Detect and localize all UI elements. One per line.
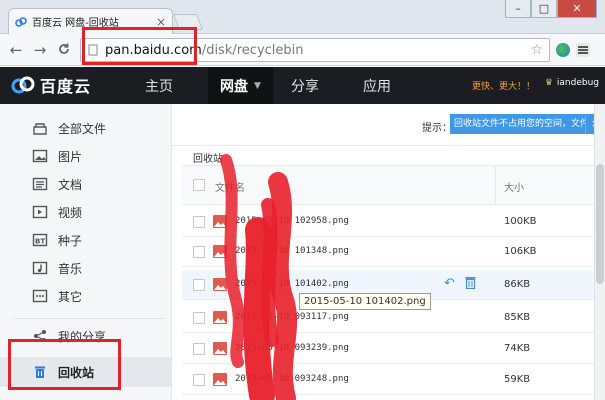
url-path: /disk/recyclebin bbox=[201, 42, 304, 58]
sidebar-item-other[interactable]: 其它 bbox=[0, 282, 172, 310]
table-row[interactable]: 2015-05-10 093239.png 74KB bbox=[182, 334, 605, 364]
sidebar-item-label: 图片 bbox=[58, 149, 83, 164]
recycle-bin-highlight-box bbox=[8, 339, 121, 390]
sidebar-item-all-files[interactable]: 全部文件 bbox=[0, 114, 172, 142]
image-file-icon bbox=[213, 215, 227, 228]
file-name[interactable]: 2015-05-10 093239.png bbox=[235, 343, 349, 353]
sidebar-item-torrents[interactable]: BT 种子 bbox=[0, 226, 172, 254]
file-size: 100KB bbox=[504, 216, 537, 227]
column-header-size[interactable]: 大小 bbox=[504, 179, 524, 194]
file-size: 74KB bbox=[504, 343, 531, 354]
nav-home[interactable]: 主页 bbox=[145, 67, 173, 104]
more-icon bbox=[32, 289, 48, 303]
baidu-header: 百度云 主页 网盘 ▼ 分享 应用 更快、更大！！ ♛ iandebug bbox=[0, 67, 605, 104]
crown-icon: ♛ bbox=[544, 78, 553, 88]
row-checkbox[interactable] bbox=[193, 216, 205, 228]
file-name[interactable]: 2015-05-10 101348.png bbox=[235, 246, 349, 256]
promo-text[interactable]: 更快、更大！！ bbox=[472, 79, 535, 92]
maximize-button[interactable]: □ bbox=[531, 0, 557, 18]
file-name[interactable]: 2015-05-10 093248.png bbox=[235, 374, 349, 384]
table-row[interactable]: 2015-05-10 101348.png 106KB bbox=[182, 237, 605, 267]
file-size: 106KB bbox=[504, 246, 537, 257]
url-highlight-box bbox=[82, 27, 197, 65]
column-header-name[interactable]: 文件名 bbox=[215, 179, 245, 194]
sidebar-item-music[interactable]: 音乐 bbox=[0, 254, 172, 282]
sidebar-item-label: 其它 bbox=[58, 289, 83, 304]
chevron-down-icon: ▼ bbox=[254, 80, 261, 91]
back-button[interactable]: ← bbox=[8, 42, 24, 58]
reload-button[interactable] bbox=[56, 42, 72, 58]
sidebar-item-label: 视频 bbox=[58, 205, 83, 220]
cloud-logo-icon bbox=[11, 76, 35, 94]
row-actions: ↶ bbox=[444, 276, 476, 294]
scrollbar[interactable] bbox=[594, 104, 605, 400]
logo-text: 百度云 bbox=[40, 77, 92, 96]
table-row[interactable]: 2015-05-10 093248.png 59KB bbox=[182, 365, 605, 395]
close-window-button[interactable]: ✕ bbox=[557, 0, 597, 18]
baidu-cloud-favicon-icon bbox=[15, 16, 27, 28]
sidebar-item-documents[interactable]: 文档 bbox=[0, 170, 172, 198]
restore-icon[interactable]: ↶ bbox=[444, 276, 455, 294]
baidu-cloud-logo[interactable]: 百度云 bbox=[10, 73, 91, 97]
image-icon bbox=[32, 149, 48, 163]
image-file-icon bbox=[213, 342, 227, 355]
sidebar-item-label: 音乐 bbox=[58, 261, 83, 276]
svg-text:BT: BT bbox=[35, 238, 45, 246]
sidebar-item-label: 全部文件 bbox=[58, 121, 107, 136]
sidebar-item-label: 文档 bbox=[58, 177, 83, 192]
scroll-thumb[interactable] bbox=[596, 164, 604, 284]
sidebar-item-label: 种子 bbox=[58, 233, 83, 248]
row-checkbox[interactable] bbox=[193, 374, 205, 386]
document-icon bbox=[32, 177, 48, 191]
window-controls: – □ ✕ bbox=[505, 0, 597, 18]
nav-netdisk-label: 网盘 bbox=[220, 78, 248, 95]
sidebar-item-images[interactable]: 图片 bbox=[0, 142, 172, 170]
filename-tooltip: 2015-05-10 101402.png bbox=[299, 293, 431, 310]
torrent-icon: BT bbox=[32, 233, 48, 247]
tip-label: 提示： bbox=[422, 123, 452, 134]
tip-bar: 提示： 回收站文件不占用您的空间，文件保 × bbox=[172, 104, 605, 146]
tip-message: 回收站文件不占用您的空间，文件保 bbox=[450, 114, 585, 134]
file-name[interactable]: 2015-05-10 102958.png bbox=[235, 216, 349, 226]
image-file-icon bbox=[213, 373, 227, 386]
image-file-icon bbox=[213, 245, 227, 258]
image-file-icon bbox=[213, 311, 227, 324]
table-header: 文件名 大小 bbox=[182, 165, 605, 205]
nav-netdisk[interactable]: 网盘 ▼ bbox=[208, 67, 273, 104]
minimize-button[interactable]: – bbox=[505, 0, 531, 18]
video-icon bbox=[32, 205, 48, 219]
file-size: 59KB bbox=[504, 374, 531, 385]
column-divider bbox=[495, 166, 496, 204]
file-name[interactable]: 2015-05-10 101402.png bbox=[235, 279, 349, 289]
nav-apps[interactable]: 应用 bbox=[363, 67, 391, 104]
sidebar-item-videos[interactable]: 视频 bbox=[0, 198, 172, 226]
row-checkbox[interactable] bbox=[193, 343, 205, 355]
delete-icon[interactable] bbox=[465, 276, 476, 294]
music-icon bbox=[32, 261, 48, 275]
bookmark-star-icon[interactable]: ☆ bbox=[530, 42, 543, 58]
nav-share[interactable]: 分享 bbox=[291, 67, 319, 104]
file-name[interactable]: 2015-05-10 093117.png bbox=[235, 312, 349, 322]
file-size: 85KB bbox=[504, 312, 531, 323]
row-checkbox[interactable] bbox=[193, 279, 205, 291]
folder-icon bbox=[32, 121, 48, 135]
main-content: 提示： 回收站文件不占用您的空间，文件保 × 回收站 文件名 大小 2015-0… bbox=[172, 104, 605, 400]
forward-button[interactable]: → bbox=[32, 42, 48, 58]
sidebar-divider bbox=[14, 318, 164, 319]
file-size: 86KB bbox=[504, 279, 531, 290]
user-menu[interactable]: ♛ iandebug bbox=[545, 78, 599, 88]
breadcrumb[interactable]: 回收站 bbox=[193, 150, 223, 165]
table-row[interactable]: 2015-05-10 102958.png 100KB bbox=[182, 207, 605, 237]
image-file-icon bbox=[213, 278, 227, 291]
menu-icon[interactable] bbox=[576, 43, 590, 57]
extension-icon[interactable] bbox=[556, 43, 570, 57]
row-checkbox[interactable] bbox=[193, 246, 205, 258]
username: iandebug bbox=[556, 78, 599, 88]
row-checkbox[interactable] bbox=[193, 312, 205, 324]
select-all-checkbox[interactable] bbox=[193, 179, 205, 191]
